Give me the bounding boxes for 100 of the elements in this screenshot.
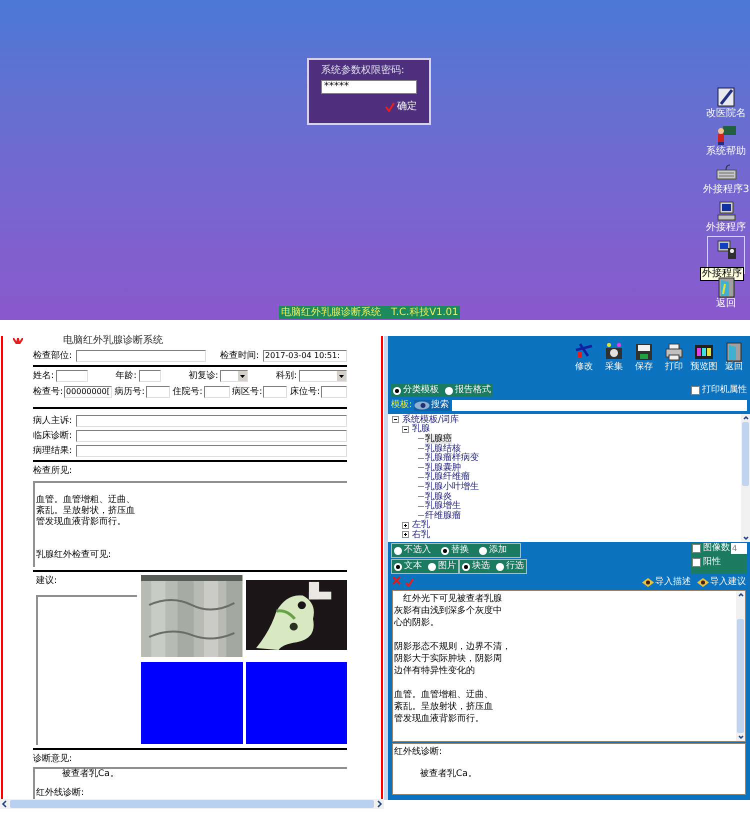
toolbar-button[interactable]: 修改 (572, 342, 596, 382)
text-field[interactable] (146, 386, 170, 398)
text-line: 阴影大于实际肿块，阴影周 (394, 653, 503, 665)
text-line: 管发现血液背影而行。 (394, 713, 485, 725)
tree-item[interactable]: 乳腺囊肿 (425, 462, 461, 473)
collapse-icon (402, 426, 409, 433)
tree-item[interactable]: 乳腺瘤样病变 (425, 453, 479, 464)
import-button[interactable]: 导入建议 (697, 576, 746, 588)
text-field[interactable] (320, 386, 347, 398)
field-label: 姓名: (33, 370, 54, 382)
expand-icon (402, 522, 409, 529)
radio-button[interactable]: 块选 (462, 561, 490, 572)
check-icon (385, 102, 395, 112)
text-line: 乳腺红外检查可见: (36, 550, 112, 561)
datetime-field[interactable]: 2017-03-04 10:51: (263, 350, 347, 362)
tree-item[interactable]: 乳腺结核 (425, 444, 461, 454)
import-button[interactable]: 导入描述 (642, 576, 691, 588)
desktop-shortcut[interactable]: 外接程序 (707, 198, 745, 236)
toolbar-button[interactable]: 返回 (722, 342, 746, 382)
text-field[interactable] (204, 386, 230, 398)
text-line: 灰影有由浅到深多个灰度中 (394, 605, 503, 617)
field-label: 初复诊: (188, 370, 218, 382)
checkbox[interactable]: 阳性 (692, 557, 747, 568)
field-label: 模板: (391, 400, 412, 411)
tree-item[interactable]: 乳腺 (412, 424, 430, 434)
ok-button[interactable]: 确定 (385, 101, 417, 113)
scroll-down-icon (736, 733, 744, 741)
text-line: 紊乱。呈放射状，挤压血 (394, 701, 494, 713)
text-area[interactable]: 血管。血管增粗、迂曲、 紊乱。呈放射状，挤压血 管发现血液背影而行。 乳腺红外检查可见: (33, 481, 347, 567)
text-line: 血管。血管增粗、迂曲、 (394, 689, 494, 701)
text-line: 边伴有特异性变化的 (394, 665, 476, 677)
field-label: 系统参数权限密码: (321, 64, 406, 78)
text-field[interactable] (76, 350, 206, 362)
computer-icon (715, 200, 737, 222)
tree-item[interactable]: 纤维腺瘤 (425, 510, 461, 521)
checkbox[interactable]: 图像数 (692, 543, 730, 554)
tree-item[interactable]: 左乳 (412, 520, 430, 530)
text-line: 心的阴影。 (394, 617, 440, 629)
toolbar-button[interactable]: 预览图 (692, 342, 716, 382)
text-field[interactable] (76, 445, 347, 457)
radio-button[interactable]: 文本 (394, 561, 422, 572)
tree-item[interactable]: 乳腺癌 (425, 434, 452, 444)
film-strip-icon (694, 342, 714, 362)
field-label: 临床诊断: (33, 430, 72, 442)
dropdown[interactable] (220, 370, 248, 382)
door-icon (724, 342, 744, 362)
field-label: 检查号: (33, 386, 64, 398)
tree-item[interactable]: 乳腺炎 (425, 492, 452, 502)
text-field[interactable] (76, 430, 347, 442)
text-area[interactable]: 被查者乳Ca。 红外线诊断: (33, 767, 347, 799)
tree-item[interactable]: 乳腺纤维瘤 (425, 472, 470, 482)
field-label: 科别: (276, 370, 297, 382)
field-label: 病人主诉: (33, 415, 72, 427)
field-label: 病历号: (114, 386, 145, 398)
radio-button[interactable]: 行选 (496, 561, 524, 572)
text-line: 阴影形态不规则，边界不清， (394, 641, 512, 653)
password-field[interactable]: ***** (321, 80, 417, 94)
scrollbar[interactable] (0, 799, 384, 809)
tree-item[interactable]: 乳腺增生 (425, 501, 461, 512)
tree-item[interactable]: 系统模板/词库 (402, 414, 460, 425)
scrollbar[interactable] (741, 414, 750, 542)
desktop-shortcut[interactable]: 改医院名 (707, 84, 745, 122)
text-area[interactable] (36, 595, 137, 745)
radio-button[interactable]: 不选入 (394, 545, 431, 556)
text-line: 被查者乳Ca。 (61, 769, 120, 780)
radio-button[interactable]: 报告格式 (445, 385, 491, 396)
tree-item[interactable]: 乳腺小叶增生 (425, 482, 479, 492)
text-area[interactable]: 红外线诊断: 被查者乳Ca。 (392, 743, 746, 795)
field-label: 检查所见: (33, 465, 74, 477)
check-icon (405, 578, 414, 587)
printer-icon (664, 342, 684, 362)
radio-button[interactable]: 分类模板 (393, 385, 439, 396)
text-line: 红外线诊断: (36, 788, 86, 799)
desktop-shortcut[interactable]: 系统帮助 (707, 122, 745, 160)
toolbar-button[interactable]: 打印 (662, 342, 686, 382)
text-area[interactable]: 红外光下可见被查者乳腺 灰影有由浅到深多个灰度中 心的阴影。 阴影形态不规则，边界不清， 阴影大于实际肿块，阴影周 边伴有特异性变化的 血管。血管增粗、迂曲、 紊乱。呈放射状，挤压血 管发现血液背影而行。 (392, 590, 746, 742)
tree-item[interactable]: 右乳 (412, 530, 430, 540)
camera-icon (604, 342, 624, 362)
field-label: 建议: (36, 575, 58, 587)
eye-icon (697, 578, 709, 586)
field-label: 病理结果: (33, 445, 72, 457)
teacher-icon (715, 124, 737, 146)
field-label: 床位号: (290, 386, 320, 398)
number-spinner[interactable]: 4 (731, 543, 747, 554)
radio-button[interactable]: 添加 (479, 545, 507, 556)
logo-icon (13, 338, 23, 344)
text-field[interactable] (138, 370, 161, 382)
search-button[interactable]: 搜索 (414, 400, 450, 411)
text-field[interactable]: 00000000[ (64, 386, 112, 398)
text-field[interactable] (263, 386, 288, 398)
radio-button[interactable]: 图片 (428, 561, 456, 572)
radio-button[interactable]: 替换 (441, 545, 469, 556)
text-field[interactable] (76, 415, 347, 427)
checkbox[interactable]: 打印机属性 (691, 385, 747, 396)
text-field[interactable] (56, 370, 88, 382)
search-field[interactable] (452, 400, 747, 411)
toolbar-button[interactable]: 采集 (602, 342, 626, 382)
field-label: 检查部位: (33, 350, 72, 362)
toolbar-button[interactable]: 保存 (632, 342, 656, 382)
scrollbar[interactable] (736, 591, 745, 741)
